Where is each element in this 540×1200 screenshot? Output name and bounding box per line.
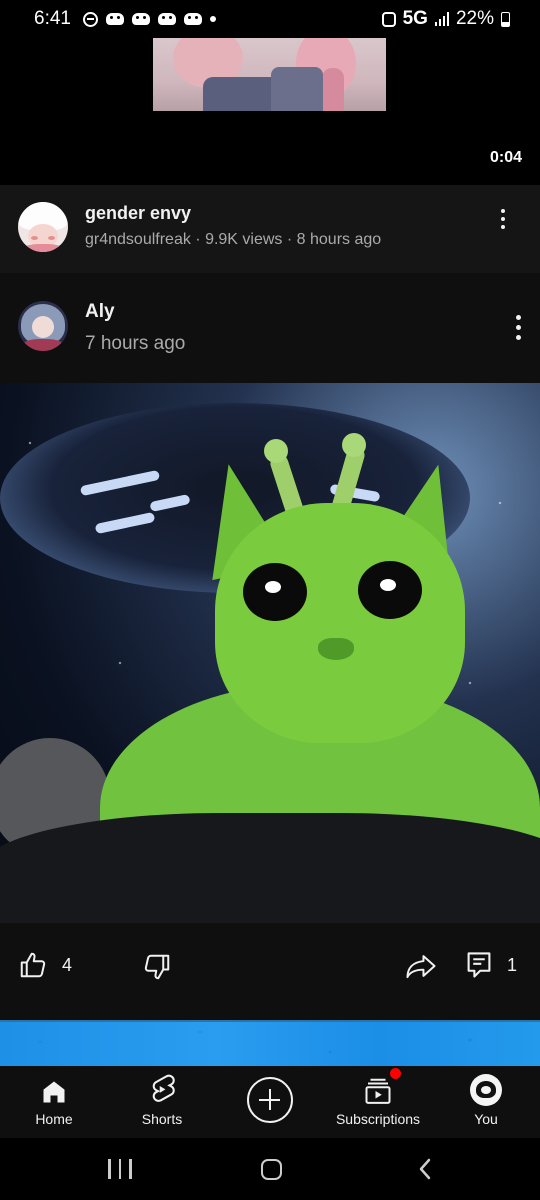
comments-button[interactable]: 1	[465, 950, 517, 980]
system-home-icon	[260, 1158, 282, 1180]
video-duration: 0:04	[489, 149, 522, 166]
post-author[interactable]: Aly	[85, 301, 115, 323]
battery-icon	[501, 11, 510, 27]
post-more-options-icon[interactable]	[516, 315, 521, 340]
notification-dot-icon	[209, 16, 216, 22]
channel-avatar[interactable]	[18, 202, 68, 252]
thumbs-up-icon	[20, 952, 46, 978]
promo-banner[interactable]	[0, 1020, 540, 1066]
post-time: 7 hours ago	[85, 333, 186, 354]
like-count: 4	[62, 954, 73, 975]
shorts-icon	[152, 1074, 175, 1102]
post-action-bar: 4 1	[0, 923, 540, 1020]
comment-count: 1	[507, 954, 518, 975]
nav-label-subscriptions: Subscriptions	[335, 1111, 421, 1127]
subscriptions-icon	[365, 1078, 391, 1104]
create-button[interactable]	[247, 1077, 293, 1123]
nav-label-you: You	[474, 1111, 498, 1127]
alarm-icon	[381, 11, 396, 27]
network-type: 5G	[402, 8, 428, 29]
thumbs-down-icon	[144, 954, 170, 980]
comment-icon	[467, 952, 491, 978]
nav-home[interactable]: Home	[0, 1066, 108, 1138]
author-avatar[interactable]	[18, 301, 68, 351]
nav-shorts[interactable]: Shorts	[108, 1066, 216, 1138]
recents-icon[interactable]	[75, 1138, 165, 1200]
game-icon	[157, 13, 176, 25]
video-player[interactable]: 0:04	[0, 38, 540, 185]
post-image[interactable]	[0, 383, 540, 923]
dislike-button[interactable]	[142, 952, 172, 982]
system-home-button[interactable]	[226, 1138, 316, 1200]
share-icon	[406, 955, 436, 979]
share-button[interactable]	[405, 951, 437, 981]
more-options-icon[interactable]	[499, 207, 507, 231]
status-time: 6:41	[34, 8, 71, 29]
video-thumbnail[interactable]	[153, 38, 386, 111]
video-title[interactable]: gender envy	[85, 203, 191, 224]
nav-subscriptions[interactable]: Subscriptions	[324, 1066, 432, 1138]
game-icon	[105, 13, 124, 25]
video-info-row[interactable]: gender envy gr4ndsoulfreak · 9.9K views …	[0, 185, 540, 273]
nav-label-shorts: Shorts	[141, 1111, 183, 1127]
nav-label-home: Home	[35, 1111, 73, 1127]
bottom-nav: Home Shorts Subscriptions You	[0, 1066, 540, 1138]
status-bar: 6:41 5G 22%	[0, 0, 540, 38]
video-meta: gr4ndsoulfreak · 9.9K views · 8 hours ag…	[85, 231, 382, 248]
back-button[interactable]	[380, 1138, 470, 1200]
back-icon	[419, 1158, 431, 1180]
signal-icon	[434, 12, 449, 26]
post-header: Aly 7 hours ago	[0, 273, 540, 383]
home-icon	[43, 1081, 65, 1103]
battery-percent: 22%	[455, 8, 494, 29]
game-icon	[183, 13, 202, 25]
system-nav-bar	[0, 1138, 540, 1200]
do-not-disturb-icon	[82, 11, 98, 27]
like-button[interactable]: 4	[18, 950, 72, 980]
notification-dot	[390, 1068, 401, 1079]
nav-you[interactable]: You	[432, 1066, 540, 1138]
account-avatar	[470, 1074, 502, 1106]
game-icon	[131, 13, 150, 25]
